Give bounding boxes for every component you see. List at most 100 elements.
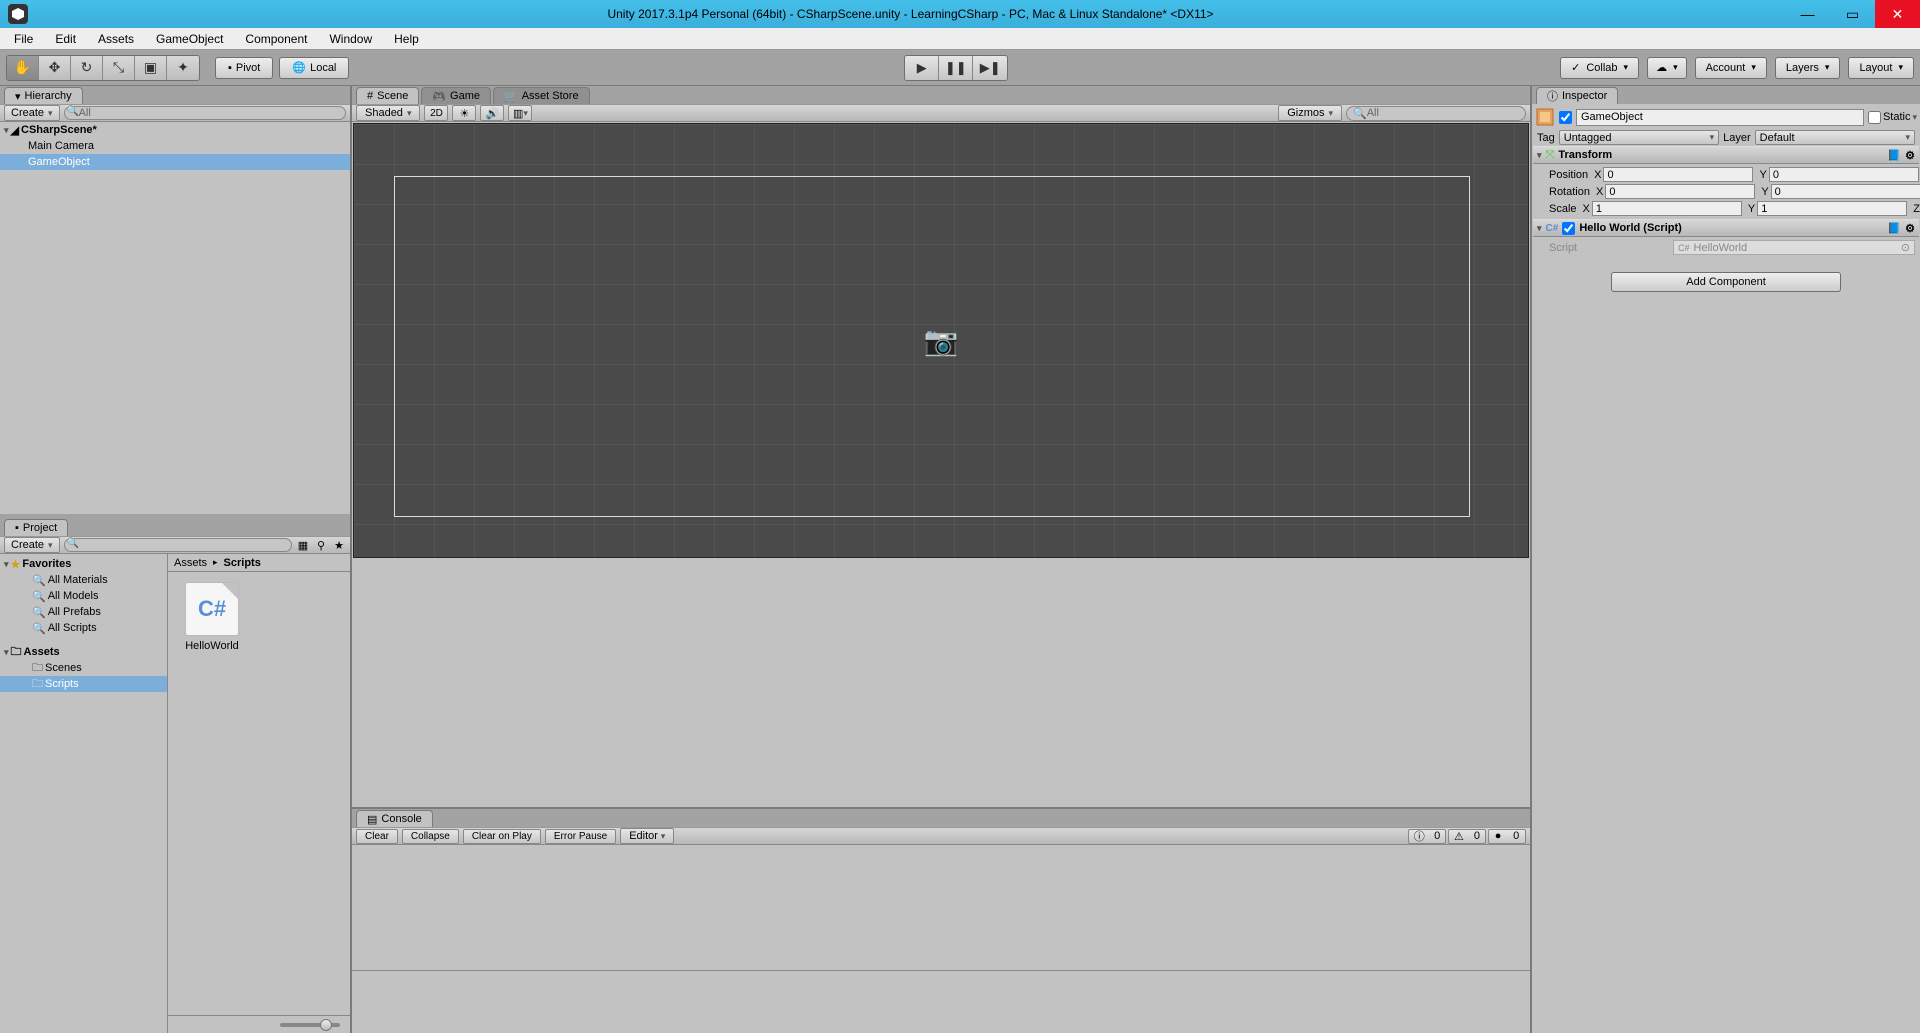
breadcrumb-item[interactable]: Scripts [224, 557, 261, 569]
transform-tool[interactable]: ✦ [167, 56, 199, 80]
favorite-item[interactable]: 🔍All Materials [0, 572, 167, 588]
local-toggle[interactable]: 🌐Local [279, 57, 349, 79]
asset-item[interactable]: C# HelloWorld [178, 582, 246, 652]
position-y[interactable] [1769, 167, 1919, 182]
menu-edit[interactable]: Edit [45, 30, 86, 48]
script-component-header[interactable]: ▾ C# Hello World (Script) 📘 ⚙ [1533, 219, 1919, 237]
gameobject-name-field[interactable] [1576, 109, 1864, 126]
rotation-x[interactable] [1605, 184, 1755, 199]
maximize-button[interactable]: ▭ [1830, 0, 1875, 28]
console-tab[interactable]: ▤Console [356, 810, 433, 827]
move-tool[interactable]: ✥ [39, 56, 71, 80]
folder-item[interactable]: 🗀 Scenes [0, 660, 167, 676]
error-count[interactable]: ●0 [1488, 829, 1526, 844]
transform-component-header[interactable]: ▾ ⤧ Transform 📘 ⚙ [1533, 146, 1919, 164]
layout-dropdown[interactable]: Layout [1848, 57, 1914, 79]
fx-toggle[interactable]: ▥▾ [508, 105, 532, 121]
collapse-button[interactable]: Collapse [402, 829, 459, 844]
clear-on-play-button[interactable]: Clear on Play [463, 829, 541, 844]
info-count[interactable]: ⓘ0 [1408, 829, 1446, 844]
project-tab[interactable]: ▪Project [4, 519, 68, 536]
layer-dropdown[interactable]: Default▾ [1755, 130, 1915, 145]
clear-button[interactable]: Clear [356, 829, 398, 844]
script-enabled-checkbox[interactable] [1562, 222, 1575, 235]
hierarchy-item[interactable]: Main Camera [0, 138, 350, 154]
layers-dropdown[interactable]: Layers [1775, 57, 1841, 79]
search-icon: 🔍 [1353, 107, 1367, 120]
hierarchy-search[interactable]: All [64, 106, 346, 120]
breadcrumb-item[interactable]: Assets [174, 557, 207, 569]
inspector-tab[interactable]: ⓘInspector [1536, 87, 1618, 104]
help-icon[interactable]: 📘 [1887, 222, 1901, 235]
lighting-toggle[interactable]: ☀ [452, 105, 476, 121]
search-folder-icon[interactable]: ▦ [296, 538, 310, 552]
rotation-y[interactable] [1771, 184, 1920, 199]
collab-dropdown[interactable]: ✓Collab [1560, 57, 1639, 79]
favorites-folder[interactable]: ▾★ Favorites [0, 556, 167, 572]
scene-view[interactable]: 📷 [353, 123, 1529, 558]
menu-window[interactable]: Window [319, 30, 382, 48]
favorite-item[interactable]: 🔍All Models [0, 588, 167, 604]
sun-icon: ☀ [460, 107, 470, 120]
shading-mode-dropdown[interactable]: Shaded ▾ [356, 105, 420, 121]
console-detail[interactable] [352, 971, 1530, 1033]
favorite-item[interactable]: 🔍All Prefabs [0, 604, 167, 620]
menu-file[interactable]: File [4, 30, 43, 48]
asset-store-tab[interactable]: 🛒Asset Store [493, 87, 590, 104]
help-icon[interactable]: 📘 [1887, 149, 1901, 162]
gear-icon[interactable]: ⚙ [1905, 149, 1915, 162]
folder-item[interactable]: 🗀 Scripts [0, 676, 167, 692]
audio-toggle[interactable]: 🔊 [480, 105, 504, 121]
menu-help[interactable]: Help [384, 30, 429, 48]
2d-toggle[interactable]: 2D [424, 105, 448, 121]
scene-root[interactable]: ▾◢ CSharpScene* [0, 122, 350, 138]
game-tab[interactable]: 🎮Game [421, 87, 491, 104]
menu-assets[interactable]: Assets [88, 30, 144, 48]
scale-x[interactable] [1592, 201, 1742, 216]
play-button[interactable]: ▶ [905, 56, 939, 80]
search-type-icon[interactable]: ⚲ [314, 538, 328, 552]
menu-component[interactable]: Component [235, 30, 317, 48]
object-picker-icon[interactable]: ⊙ [1901, 241, 1910, 254]
scene-search[interactable]: 🔍All [1346, 106, 1526, 121]
rect-tool[interactable]: ▣ [135, 56, 167, 80]
console-messages[interactable] [352, 845, 1530, 971]
assets-folder[interactable]: ▾🗀 Assets [0, 644, 167, 660]
scale-tool[interactable]: ⤡ [103, 56, 135, 80]
hierarchy-item[interactable]: GameObject [0, 154, 350, 170]
pivot-toggle[interactable]: ▪Pivot [215, 57, 273, 79]
camera-gizmo-icon[interactable]: 📷 [924, 324, 959, 357]
project-create-dropdown[interactable]: Create ▾ [4, 537, 60, 553]
project-panel: ▪Project Create ▾ ▦ ⚲ ★ ▾★ Favorites 🔍Al… [0, 518, 350, 1033]
editor-dropdown[interactable]: Editor ▾ [620, 828, 674, 844]
gear-icon[interactable]: ⚙ [1905, 222, 1915, 235]
error-pause-button[interactable]: Error Pause [545, 829, 616, 844]
save-search-icon[interactable]: ★ [332, 538, 346, 552]
warn-count[interactable]: ⚠0 [1448, 829, 1486, 844]
position-x[interactable] [1603, 167, 1753, 182]
pause-button[interactable]: ❚❚ [939, 56, 973, 80]
cloud-button[interactable]: ☁ [1647, 57, 1687, 79]
account-dropdown[interactable]: Account [1695, 57, 1767, 79]
script-object-field[interactable]: C# HelloWorld ⊙ [1673, 240, 1915, 255]
step-button[interactable]: ▶❚ [973, 56, 1007, 80]
gizmos-dropdown[interactable]: Gizmos ▾ [1278, 105, 1342, 121]
scale-y[interactable] [1757, 201, 1907, 216]
favorite-item[interactable]: 🔍All Scripts [0, 620, 167, 636]
minimize-button[interactable]: — [1785, 0, 1830, 28]
menu-gameobject[interactable]: GameObject [146, 30, 233, 48]
icon-size-slider[interactable] [280, 1023, 340, 1027]
add-component-button[interactable]: Add Component [1611, 272, 1841, 292]
rotate-tool[interactable]: ↻ [71, 56, 103, 80]
gameobject-active-checkbox[interactable] [1559, 111, 1572, 124]
info-icon: ⓘ [1547, 88, 1558, 104]
tag-dropdown[interactable]: Untagged▾ [1559, 130, 1719, 145]
hand-tool[interactable]: ✋ [7, 56, 39, 80]
static-toggle[interactable]: Static ▾ [1868, 111, 1917, 124]
menubar: File Edit Assets GameObject Component Wi… [0, 28, 1920, 50]
hierarchy-tab[interactable]: ▾Hierarchy [4, 87, 83, 104]
close-button[interactable]: ✕ [1875, 0, 1920, 28]
hierarchy-create-dropdown[interactable]: Create ▾ [4, 105, 60, 121]
scene-tab[interactable]: #Scene [356, 87, 419, 104]
project-search[interactable] [64, 538, 292, 552]
